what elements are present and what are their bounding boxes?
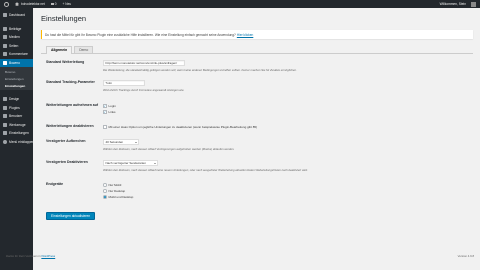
field-disable: Mit einer Hoax Option um jegliche Umleit…: [103, 124, 463, 130]
checkbox-checked-icon[interactable]: ✓: [103, 104, 107, 108]
collapse-icon: [2, 139, 7, 144]
footer-version: Version 4.9.8: [457, 254, 474, 258]
label-deactivate: Verzögerten Deaktivieren: [46, 160, 88, 164]
sidebar-item-comments[interactable]: Kommentare: [0, 50, 33, 59]
checkbox-checked-icon[interactable]: ✓: [103, 110, 107, 114]
user-greeting[interactable]: Willkommen, Stein: [437, 0, 469, 8]
tracking-input[interactable]: ?utm: [103, 80, 145, 86]
field-forward: ✓ Login ✓ Links: [103, 103, 463, 115]
sidebar-item-posts[interactable]: Beiträge: [0, 25, 33, 34]
sidebar-item-media[interactable]: Medien: [0, 33, 33, 42]
avatar[interactable]: [471, 1, 476, 7]
settings-form-wrapper: Standard Weiterleitung http://beim.monot…: [33, 8, 480, 270]
field-deactivate: Nach verzögerter Sendezeiten Wählen den …: [103, 160, 463, 172]
disable-option[interactable]: Mit einer Hoax Option um jegliche Umleit…: [103, 124, 463, 130]
admin-sidebar: Dashboard Beiträge Medien Seiten Komment…: [0, 8, 34, 270]
radio-dot: [104, 196, 106, 198]
comment-icon: [50, 2, 54, 6]
radio-selected-icon[interactable]: [103, 195, 107, 199]
sidebar-item-tools[interactable]: Werkzeuge: [0, 121, 33, 130]
plugins-icon: [2, 105, 7, 110]
label-standard-redirect: Standard Weiterleitung: [46, 60, 85, 64]
label-delay: Verzögerter Aufbrechen: [46, 139, 86, 143]
sidebar-item-bowmo[interactable]: Bowmo: [0, 58, 33, 67]
media-icon: [2, 35, 7, 40]
home-icon: [15, 2, 19, 6]
tracking-desc: Wird ehrlich Trackings durch Formulare a…: [103, 88, 185, 92]
label-disable: Weiterleitungen deaktivieren: [46, 124, 94, 128]
dashboard-icon: [2, 13, 7, 18]
sidebar-item-settings[interactable]: Einstellungen: [0, 129, 33, 138]
sidebar-item-users[interactable]: Benutzer: [0, 112, 33, 121]
radio-icon[interactable]: [103, 189, 107, 193]
users-icon: [2, 114, 7, 119]
comments-link[interactable]: 0: [48, 0, 60, 8]
sidebar-item-plugins[interactable]: Plugins: [0, 104, 33, 113]
forward-option-links[interactable]: ✓ Links: [103, 109, 463, 115]
footer-credits: Danke für Dein Vertrauen in WordPress: [6, 254, 56, 258]
site-name-link[interactable]: bohodetektor.net: [12, 0, 48, 8]
label-forward: Weiterleitungen aufnehmen auf: [46, 103, 99, 107]
admin-bar: bohodetektor.net 0 + Neu Willkommen, Ste…: [0, 0, 480, 8]
field-standard-redirect: http://beim.monotektor.net/com/ext-link-…: [103, 60, 463, 72]
page-icon: [2, 43, 7, 48]
chevron-down-icon: [153, 162, 156, 164]
standard-redirect-desc: Die Weiterleitung, die standardmäßig gef…: [103, 68, 297, 72]
save-settings-button[interactable]: Einstellungen aktualisieren: [46, 212, 96, 220]
comment-icon: [2, 52, 7, 57]
label-tracking: Standard Tracking-Parameter: [46, 80, 95, 84]
field-tracking: ?utm Wird ehrlich Trackings durch Formul…: [103, 80, 463, 92]
sidebar-item-pages[interactable]: Seiten: [0, 42, 33, 51]
standard-redirect-input[interactable]: http://beim.monotektor.net/com/ext-link-…: [103, 60, 185, 66]
pin-icon: [2, 26, 7, 31]
submenu-item-bowmo[interactable]: Bowmo: [0, 68, 33, 75]
deactivate-desc: Wählen den Zeitraum, nach dessen Ablauf …: [103, 168, 308, 172]
field-delay: 40 Sekunden Wählen den Zeitraum, nach de…: [103, 139, 463, 151]
wordpress-logo-icon[interactable]: [4, 1, 9, 7]
radio-icon[interactable]: [103, 183, 107, 187]
chevron-down-icon: [134, 141, 137, 143]
footer-wordpress-link[interactable]: WordPress: [41, 254, 55, 258]
field-devices: Nur Mobil Nur Desktop Mobil und Desktop: [103, 182, 463, 200]
sidebar-item-dashboard[interactable]: Dashboard: [0, 11, 33, 20]
settings-icon: [2, 131, 7, 136]
delay-select[interactable]: 40 Sekunden: [103, 139, 139, 145]
plugin-icon: [2, 60, 7, 65]
submenu-item-settings[interactable]: Einstellungen: [0, 75, 33, 82]
bowmo-submenu: Bowmo Einstellungen Einstellungen: [0, 67, 33, 90]
device-option-both[interactable]: Mobil und Desktop: [103, 194, 463, 200]
checkbox-icon[interactable]: [103, 125, 107, 129]
brush-icon: [2, 97, 7, 102]
label-devices: Endgeräte: [46, 182, 64, 186]
submenu-item-settings-active[interactable]: Einstellungen: [0, 82, 33, 89]
sidebar-item-design[interactable]: Design: [0, 95, 33, 104]
delay-desc: Wählen den Zeitraum, nach dessen Ablauf …: [103, 147, 235, 151]
sidebar-collapse-menu[interactable]: Menü einklappen: [0, 138, 34, 147]
tools-icon: [2, 122, 7, 127]
deactivate-select[interactable]: Nach verzögerter Sendezeiten: [103, 160, 158, 166]
new-content-link[interactable]: + Neu: [60, 0, 75, 8]
